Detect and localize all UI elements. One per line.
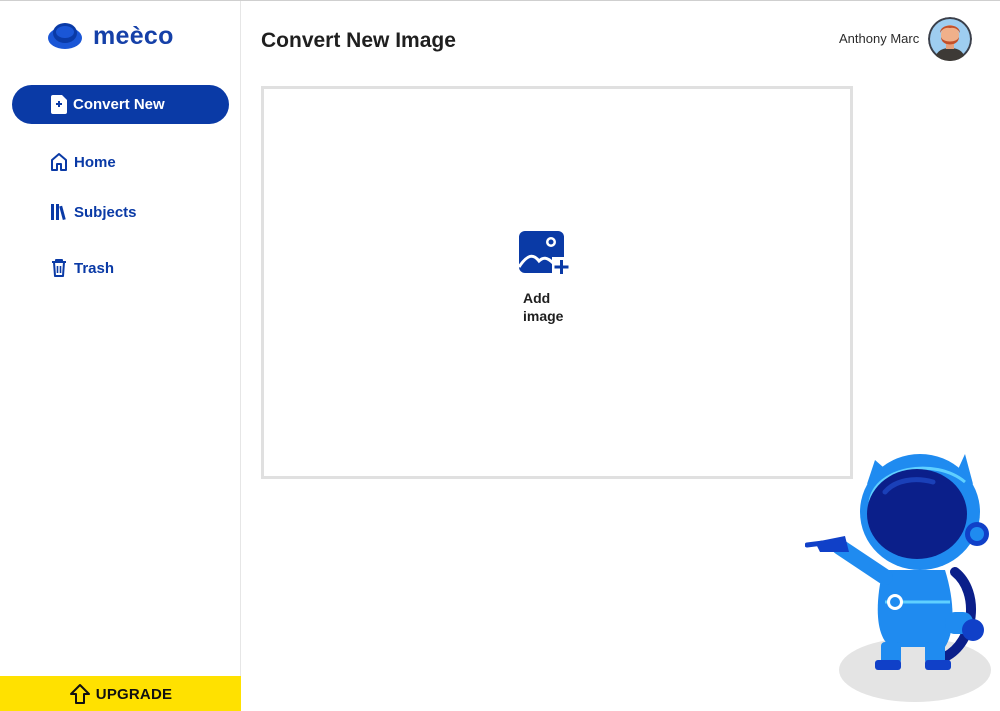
sidebar-item-trash[interactable]: Trash [50,258,114,278]
logo-text: meèco [93,21,174,50]
home-icon [51,153,67,171]
trash-icon [52,259,66,277]
file-plus-icon [51,95,67,114]
app-logo[interactable]: meèco [47,21,174,51]
upgrade-label: UPGRADE [95,685,173,703]
sidebar-item-label: Home [74,153,116,171]
user-name[interactable]: Anthony Marc [839,31,919,46]
avatar[interactable] [928,17,972,61]
sidebar-item-label: Subjects [74,203,137,221]
arrow-up-outline-icon [69,684,90,704]
sidebar-item-label: Trash [74,259,115,277]
avatar-image [928,17,972,61]
upgrade-button[interactable]: UPGRADE [0,676,241,711]
books-icon [51,204,66,221]
logo-icon [48,23,82,49]
astronaut-mascot-illustration [805,454,991,702]
sidebar-item-home[interactable]: Home [50,152,116,172]
sidebar-item-subjects[interactable]: Subjects [50,202,137,222]
add-image-label: Add image [523,290,564,324]
convert-new-label: Convert New [73,96,165,113]
convert-new-button[interactable]: Convert New [12,85,229,124]
page-title: Convert New Image [261,29,456,52]
image-add-icon [519,231,571,276]
image-dropzone[interactable]: Add image [261,86,853,479]
sidebar: meèco Convert New Home Subjects Trash UP… [0,1,241,711]
